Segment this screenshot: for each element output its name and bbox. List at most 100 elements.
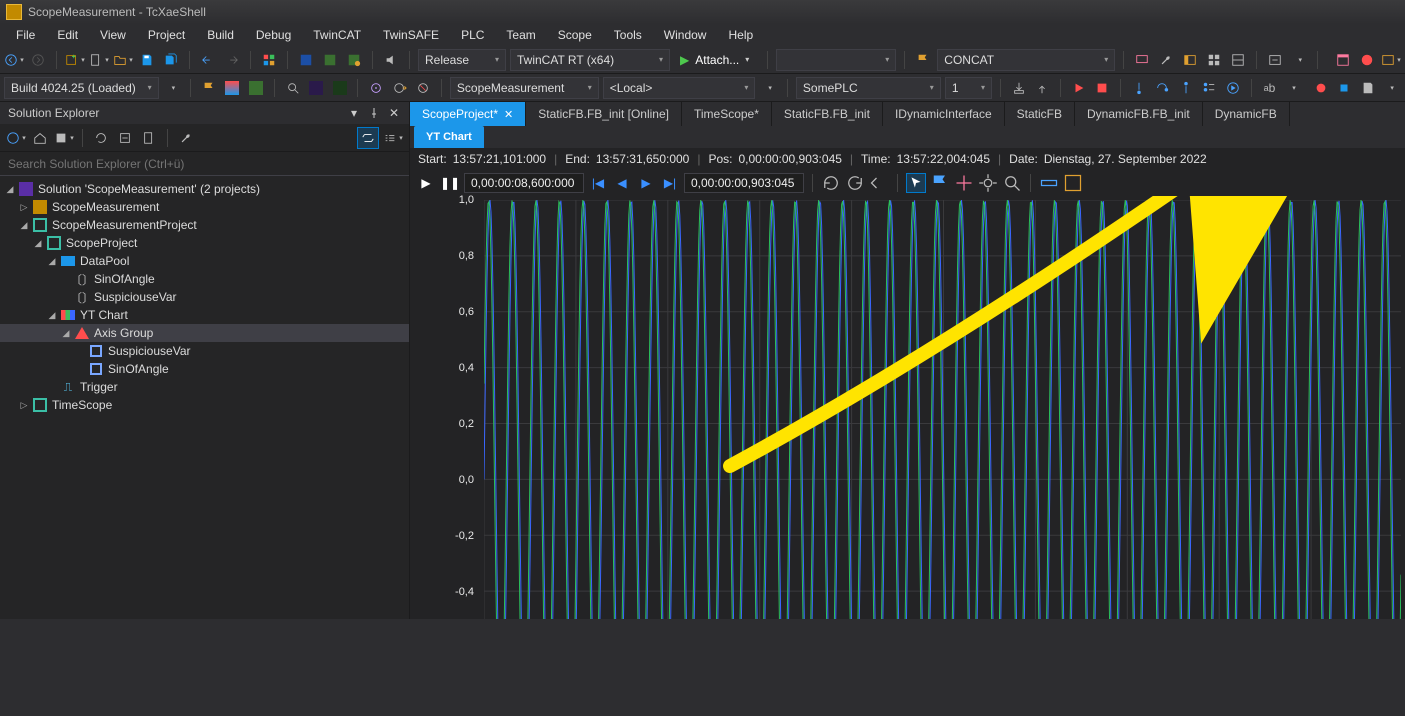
step-fwd-button[interactable]: ▶ [636,173,656,193]
step-icon[interactable] [1265,50,1285,70]
tree-node[interactable]: ⎍Trigger [0,378,409,396]
menu-team[interactable]: Team [496,25,545,45]
step-over-icon[interactable] [1153,78,1173,98]
refresh-icon[interactable] [91,128,111,148]
build-version-combo[interactable]: Build 4024.25 (Loaded) [4,77,159,99]
menu-project[interactable]: Project [138,25,195,45]
menu-twinsafe[interactable]: TwinSAFE [373,25,449,45]
app-mode2-icon[interactable] [320,50,340,70]
menu-debug[interactable]: Debug [246,25,301,45]
filter-button[interactable] [383,128,403,148]
process-combo[interactable] [776,49,896,71]
panel-icon[interactable] [1180,50,1200,70]
goto-start-button[interactable]: |◀ [588,173,608,193]
badge-icon[interactable] [1357,50,1377,70]
menu-twincat[interactable]: TwinCAT [303,25,371,45]
tree-node[interactable]: ◢ScopeProject [0,234,409,252]
zoom-chart-button[interactable] [1002,173,1022,193]
chart-plot[interactable] [484,200,1401,619]
platform-combo[interactable]: TwinCAT RT (x64) [510,49,670,71]
start-icon[interactable] [1069,78,1089,98]
ab-options-button[interactable] [1283,78,1303,98]
colorbox1-icon[interactable] [223,78,243,98]
ruler-button[interactable] [1039,173,1059,193]
expand-icon[interactable]: ◢ [32,238,44,249]
dropdown-icon[interactable]: ▾ [347,106,361,120]
pause-button[interactable]: ❚❚ [440,173,460,193]
play-button[interactable]: ▶ [416,173,436,193]
ab-icon[interactable]: ab [1260,78,1280,98]
breakpoint-list-icon[interactable] [1200,78,1220,98]
monitor-icon[interactable] [1132,50,1152,70]
logout-icon[interactable] [1033,78,1053,98]
undo-chart-button[interactable] [869,173,889,193]
run-to-icon[interactable] [1223,78,1243,98]
close-icon[interactable]: ✕ [504,108,513,121]
doc-tab[interactable]: IDynamicInterface [883,102,1005,126]
tree-node[interactable]: 〔〕SinOfAngle [0,270,409,288]
step-in-icon[interactable] [1129,78,1149,98]
doc-tab[interactable]: ScopeProject*✕ [410,102,526,126]
close-icon[interactable]: ✕ [387,106,401,120]
scope-view-button[interactable] [6,128,26,148]
speaker-icon[interactable] [381,50,401,70]
local-combo[interactable]: <Local> [603,77,756,99]
cursor-mode-button[interactable] [906,173,926,193]
crosshair-button[interactable] [954,173,974,193]
chart-area[interactable]: 1,00,80,60,40,20,0-0,2-0,4 [410,196,1405,619]
sync-toggle-button[interactable] [357,127,379,149]
layout-icon[interactable] [1333,50,1353,70]
tree-node[interactable]: ◢YT Chart [0,306,409,324]
view-options-button[interactable] [1381,50,1401,70]
tree-node[interactable]: ◢ScopeMeasurementProject [0,216,409,234]
nav-forward-button[interactable] [28,50,48,70]
expand-icon[interactable]: ◢ [60,328,72,339]
flag2-icon[interactable] [199,78,219,98]
menu-edit[interactable]: Edit [47,25,88,45]
record-options-button[interactable] [1381,78,1401,98]
stop-icon[interactable] [1093,78,1113,98]
login-icon[interactable] [1009,78,1029,98]
plc-combo[interactable]: SomePLC [796,77,941,99]
nav-back-button[interactable] [4,50,24,70]
step-back-button[interactable]: ◀ [612,173,632,193]
undo-button[interactable] [198,50,218,70]
new-project-button[interactable] [65,50,85,70]
save-all-button[interactable] [161,50,181,70]
time-window-input[interactable]: 0,00:00:08,600:000 [464,173,584,193]
search-input[interactable] [0,152,409,175]
expand-icon[interactable]: ◢ [46,256,58,267]
instance-combo[interactable]: 1 [945,77,992,99]
document-tabs[interactable]: ScopeProject*✕StaticFB.FB_init [Online]T… [410,102,1405,126]
expand-icon[interactable]: ▷ [18,400,30,411]
concat-combo[interactable]: CONCAT [937,49,1115,71]
open-button[interactable] [113,50,133,70]
menu-build[interactable]: Build [197,25,244,45]
refresh-all-button[interactable] [845,173,865,193]
expand-icon[interactable]: ▷ [18,202,30,213]
flag-add-button[interactable] [930,173,950,193]
app-mode-icon[interactable] [296,50,316,70]
menu-scope[interactable]: Scope [548,25,602,45]
attach-button[interactable]: ▶ Attach... ▾ [674,49,759,71]
tree-node[interactable]: ▷ScopeMeasurement [0,198,409,216]
tree-node[interactable]: SinOfAngle [0,360,409,378]
record-icon[interactable] [1311,78,1331,98]
tree-node[interactable]: ◢Axis Group [0,324,409,342]
zoom-icon[interactable] [283,78,303,98]
pin-icon[interactable] [367,106,381,120]
target-go-icon[interactable] [390,78,410,98]
doc-tab[interactable]: TimeScope* [682,102,772,126]
expand-icon[interactable]: ◢ [46,310,58,321]
doc-tab[interactable]: StaticFB.FB_init [772,102,883,126]
configuration-combo[interactable]: Release [418,49,506,71]
save-record-icon[interactable] [1358,78,1378,98]
target-icon[interactable] [366,78,386,98]
goto-end-button[interactable]: ▶| [660,173,680,193]
tree-node[interactable]: SuspiciouseVar [0,342,409,360]
subtab-ytchart[interactable]: YT Chart [414,126,484,148]
menu-plc[interactable]: PLC [451,25,494,45]
doc-tab[interactable]: DynamicFB.FB_init [1075,102,1203,126]
refresh-chart-button[interactable] [821,173,841,193]
settings-button[interactable] [978,173,998,193]
